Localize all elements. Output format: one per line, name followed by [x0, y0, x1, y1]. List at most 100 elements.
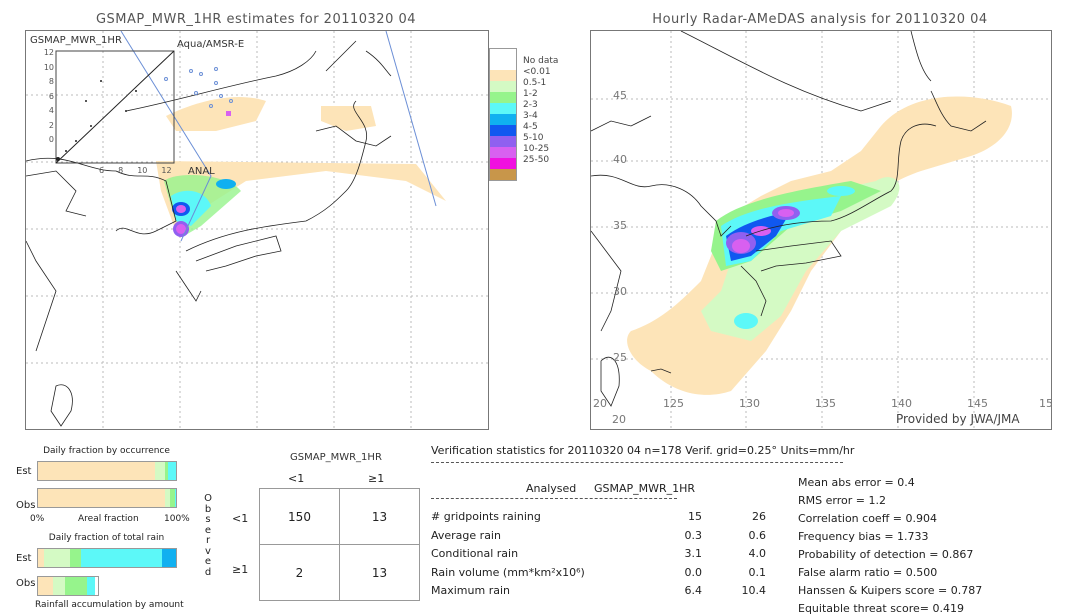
legend-label: 25-50	[523, 155, 550, 165]
bar-segment	[80, 549, 163, 567]
contingency-header: GSMAP_MWR_1HR	[290, 452, 382, 463]
occurrence-obs-bar	[37, 488, 177, 508]
inset-y-tick: 6	[48, 91, 54, 101]
lon-tick: 140	[891, 397, 912, 410]
total-rain-est-label: Est	[16, 553, 32, 564]
legend-swatch	[489, 169, 517, 181]
stat-label: Conditional rain	[431, 547, 519, 560]
bar-segment	[174, 489, 176, 507]
inset-y-tick: 0	[48, 135, 54, 144]
lon-tick: 130	[739, 397, 760, 410]
cell-obs-ge1-est-ge1: 13	[339, 544, 420, 601]
row-label-lt1: <1	[232, 512, 249, 525]
cell-obs-lt1-est-lt1: 150	[259, 488, 340, 545]
data-credit: Provided by JWA/JMA	[896, 412, 1020, 426]
lon-tick: 135	[815, 397, 836, 410]
inset-y-tick: 4	[48, 106, 54, 115]
stat-label: Maximum rain	[431, 584, 510, 597]
anal-label: ANAL	[188, 166, 215, 177]
right-map: 45 40 35 30 25 20 125 130 135 140 145 15 20 Provid…	[590, 30, 1052, 430]
right-map-title: Hourly Radar-AMeDAS analysis for 2011032…	[652, 12, 988, 27]
bar-segment	[87, 577, 95, 595]
legend-label: No data	[523, 56, 559, 66]
left-map: GSMAP_MWR_1HR Aqua/AMSR-E ANAL 12 10 8 6…	[25, 30, 489, 430]
rain-area-hokkaido	[321, 106, 376, 131]
observed-letter: d	[204, 566, 212, 578]
legend-label: 0.5-1	[523, 78, 547, 88]
col-label-ge1: ≥1	[368, 472, 385, 485]
score-line: Mean abs error = 0.4	[798, 476, 915, 489]
score-line: Correlation coeff = 0.904	[798, 512, 937, 525]
lon-tick: 125	[663, 397, 684, 410]
inset-label: GSMAP_MWR_1HR	[30, 35, 122, 46]
col-gsmap: GSMAP_MWR_1HR	[594, 482, 696, 495]
bar-segment	[69, 549, 81, 567]
axis-right: 100%	[164, 514, 190, 524]
verification-header: Verification statistics for 20110320 04 …	[431, 444, 855, 457]
axis-left: 0%	[30, 514, 45, 524]
corner-tick: 20	[612, 413, 626, 426]
lon-tick: 145	[967, 397, 988, 410]
observed-letter: O	[204, 493, 212, 504]
stat-analysed: 3.1	[684, 547, 703, 560]
col-analysed: Analysed	[526, 482, 577, 495]
total-rain-est-bar	[37, 548, 177, 568]
lat-tick: 30	[613, 285, 627, 298]
occurrence-title: Daily fraction by occurrence	[43, 446, 170, 456]
stat-gsmap: 10.4	[741, 584, 767, 597]
occurrence-est-label: Est	[16, 466, 32, 477]
bar-segment	[43, 549, 70, 567]
legend-label: 3-4	[523, 111, 538, 121]
score-line: RMS error = 1.2	[798, 494, 886, 507]
score-line: Equitable threat score= 0.419	[798, 602, 964, 615]
total-rain-obs-label: Obs	[16, 578, 36, 589]
total-rain-caption: Rainfall accumulation by amount	[35, 600, 184, 610]
inset-y-ticks: 12 10 8 6 4 2 0	[36, 46, 54, 148]
bar-segment	[38, 462, 156, 480]
score-line: Probability of detection = 0.867	[798, 548, 974, 561]
lon-tick: 15	[1039, 397, 1052, 410]
occurrence-est-bar	[37, 461, 177, 481]
occurrence-obs-label: Obs	[16, 500, 36, 511]
total-rain-obs-bar	[37, 576, 99, 596]
row-label-ge1: ≥1	[232, 563, 249, 576]
score-line: Hanssen & Kuipers score = 0.787	[798, 584, 983, 597]
bar-segment	[38, 577, 53, 595]
stat-label: Average rain	[431, 528, 501, 542]
legend-label: <0.01	[523, 67, 551, 77]
bar-segment	[38, 489, 165, 507]
bar-segment	[167, 462, 176, 480]
stat-gsmap: 0.6	[748, 528, 767, 542]
axis-mid: Areal fraction	[78, 514, 139, 524]
stat-analysed: 6.4	[684, 584, 703, 597]
stat-label: Rain volume (mm*km²x10⁶)	[431, 565, 585, 579]
header-divider	[431, 462, 843, 463]
right-map-canvas	[591, 31, 1051, 429]
legend-label: 4-5	[523, 122, 538, 132]
stat-analysed: 0.0	[684, 565, 703, 579]
inset-x-tick: 12	[161, 166, 172, 175]
cell-obs-ge1-est-lt1: 2	[259, 544, 340, 601]
rain-area-north	[166, 96, 266, 131]
inset-y-tick: 10	[43, 62, 54, 72]
lat-tick: 20	[593, 397, 607, 410]
lat-tick: 40	[613, 153, 627, 166]
lat-tick: 45	[613, 89, 627, 102]
score-line: False alarm ratio = 0.500	[798, 566, 938, 579]
observed-letter: r	[205, 535, 211, 546]
cell-obs-lt1-est-ge1: 13	[339, 488, 420, 545]
lat-tick: 35	[613, 219, 627, 232]
inset-x-ticks: 6 8 10 12	[99, 166, 172, 175]
left-map-title: GSMAP_MWR_1HR estimates for 20110320 04	[95, 12, 417, 27]
stat-analysed: 0.3	[684, 528, 703, 542]
bar-segment	[155, 462, 165, 480]
observed-axis-label: Observed	[203, 493, 213, 578]
col-label-lt1: <1	[288, 472, 305, 485]
column-divider	[431, 498, 677, 499]
inset-y-tick: 8	[48, 77, 54, 86]
sensor-label: Aqua/AMSR-E	[177, 39, 245, 50]
total-rain-title: Daily fraction of total rain	[48, 533, 165, 543]
legend-label: 5-10	[523, 133, 544, 143]
inset-x-tick: 8	[118, 166, 124, 175]
observed-letter: e	[204, 556, 212, 567]
